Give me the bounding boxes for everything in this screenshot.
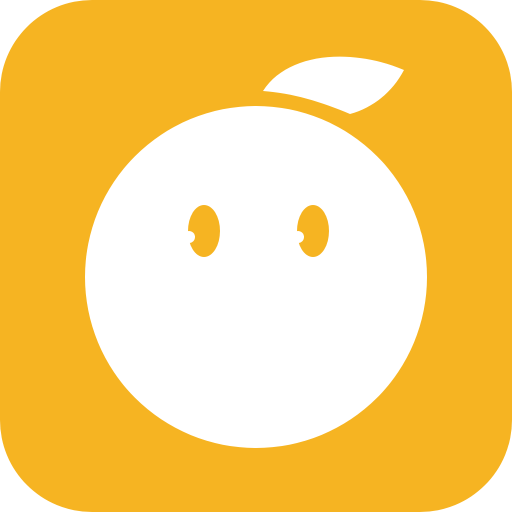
app-icon[interactable]: [0, 0, 512, 512]
right-eye-highlight: [292, 231, 304, 243]
orange-mascot-icon: [0, 0, 512, 512]
right-eye-icon: [297, 205, 329, 257]
left-eye-highlight: [183, 231, 195, 243]
left-eye-icon: [188, 205, 220, 257]
face-circle: [85, 106, 427, 448]
